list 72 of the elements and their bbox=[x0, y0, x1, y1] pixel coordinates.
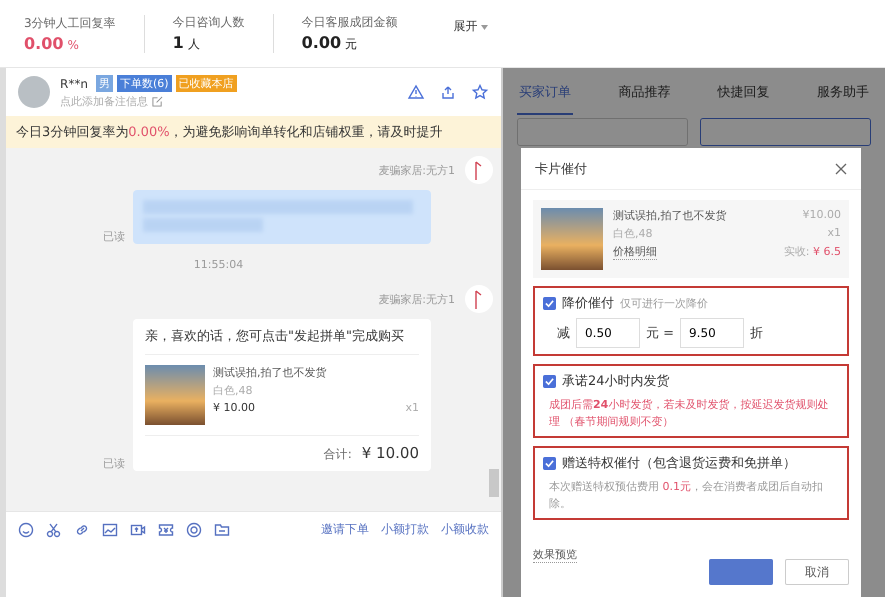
rate-unit: 折 bbox=[750, 325, 764, 342]
toolbar-link[interactable]: 邀请下单 bbox=[321, 521, 369, 538]
preview-link[interactable]: 效果预览 bbox=[533, 547, 577, 563]
scrollbar-thumb[interactable] bbox=[489, 469, 499, 497]
scissors-icon[interactable] bbox=[46, 522, 62, 538]
product-title: 测试误拍,拍了也不发货 bbox=[213, 365, 328, 380]
emoji-icon[interactable] bbox=[18, 522, 34, 538]
avatar-circle bbox=[465, 156, 493, 184]
sender-name: 麦骗家居:无方1 bbox=[378, 162, 455, 178]
dialog-title: 卡片催付 bbox=[535, 160, 587, 178]
image-icon[interactable] bbox=[102, 522, 118, 538]
received-value: ¥ 6.5 bbox=[813, 245, 841, 258]
contact-tag: 下单数(6) bbox=[116, 75, 172, 92]
avatar bbox=[18, 76, 50, 108]
tab[interactable]: 商品推荐 bbox=[616, 71, 672, 115]
product-price: ¥10.00 bbox=[802, 208, 841, 223]
tab[interactable]: 服务助手 bbox=[814, 71, 871, 115]
option-description: 本次赠送特权预估费用 0.1元，会在消费者成团后自动扣除。 bbox=[548, 479, 824, 512]
read-status: 已读 bbox=[103, 456, 125, 471]
stat-label: 3分钟人工回复率 bbox=[24, 14, 116, 32]
star-icon[interactable] bbox=[471, 84, 489, 100]
warning-icon[interactable] bbox=[407, 84, 425, 100]
read-status: 已读 bbox=[103, 229, 125, 244]
contact-name: R**n bbox=[60, 76, 88, 90]
caret-icon bbox=[481, 25, 488, 30]
total-label: 合计: bbox=[324, 446, 352, 463]
stat-value: 0.00 元 bbox=[302, 33, 358, 53]
reduce-label: 减 bbox=[557, 325, 570, 342]
amount-field[interactable]: 0.50 bbox=[576, 318, 640, 348]
stat-value: 0.00 % bbox=[24, 34, 80, 52]
price-detail-link[interactable]: 价格明细 bbox=[613, 244, 657, 260]
contact-tag: 已收藏本店 bbox=[176, 75, 237, 92]
stat-label: 今日客服成团金额 bbox=[302, 14, 398, 31]
option-title: 承诺24小时内发货 bbox=[562, 373, 670, 390]
sender-name: 麦骗家居:无方1 bbox=[378, 292, 455, 306]
checkbox[interactable] bbox=[543, 456, 556, 470]
unit-label: 元 = bbox=[646, 325, 674, 342]
photo-placeholder bbox=[541, 208, 603, 270]
option-hint: 仅可进行一次降价 bbox=[620, 296, 708, 310]
product-quantity: x1 bbox=[405, 401, 419, 414]
sub-tab[interactable] bbox=[700, 118, 871, 146]
checkbox[interactable] bbox=[543, 374, 556, 388]
expand-toggle[interactable]: 展开 bbox=[454, 18, 488, 35]
photo-placeholder bbox=[145, 365, 205, 425]
edit-icon[interactable] bbox=[152, 96, 163, 107]
tab[interactable]: 买家订单 bbox=[517, 71, 573, 115]
cancel-button[interactable]: 取消 bbox=[785, 559, 849, 585]
stat-value: 1 人 bbox=[172, 33, 201, 53]
product-title: 测试误拍,拍了也不发货 bbox=[613, 208, 726, 223]
contact-tag: 男 bbox=[96, 75, 113, 92]
toolbar-link[interactable]: 小额打款 bbox=[381, 521, 429, 538]
tab[interactable]: 快捷回复 bbox=[716, 71, 772, 115]
close-icon[interactable] bbox=[835, 162, 847, 174]
avatar-circle bbox=[465, 285, 493, 313]
product-spec: 白色,48 bbox=[613, 226, 652, 241]
notice-banner: 今日3分钟回复率为0.00%，为避免影响询单转化和店铺权重，请及时提升 bbox=[6, 116, 501, 148]
toolbar-link[interactable]: 小额收款 bbox=[441, 521, 489, 538]
product-spec: 白色,48 bbox=[213, 383, 254, 398]
option-title: 降价催付 bbox=[562, 295, 614, 312]
product-quantity: x1 bbox=[827, 226, 841, 241]
message-text: 亲，喜欢的话，您可点击"发起拼单"完成购买 bbox=[145, 327, 419, 355]
option-title: 赠送特权催付（包含退货运费和免拼单） bbox=[562, 455, 796, 472]
product-price: ¥ 10.00 bbox=[213, 401, 255, 414]
stat-label: 今日咨询人数 bbox=[172, 14, 245, 31]
timestamp: 11:55:04 bbox=[194, 258, 244, 271]
folder-icon[interactable] bbox=[214, 522, 230, 538]
coupon-icon[interactable] bbox=[158, 522, 174, 538]
received-label: 实收: bbox=[784, 245, 810, 258]
option-description: 成团后需24小时发货，若未及时发货，按延迟发货规则处理 （春节期间规则不变） bbox=[548, 397, 830, 430]
checkbox[interactable] bbox=[543, 296, 556, 310]
rate-field[interactable]: 9.50 bbox=[680, 318, 744, 348]
total-value: ¥ 10.00 bbox=[362, 444, 419, 462]
